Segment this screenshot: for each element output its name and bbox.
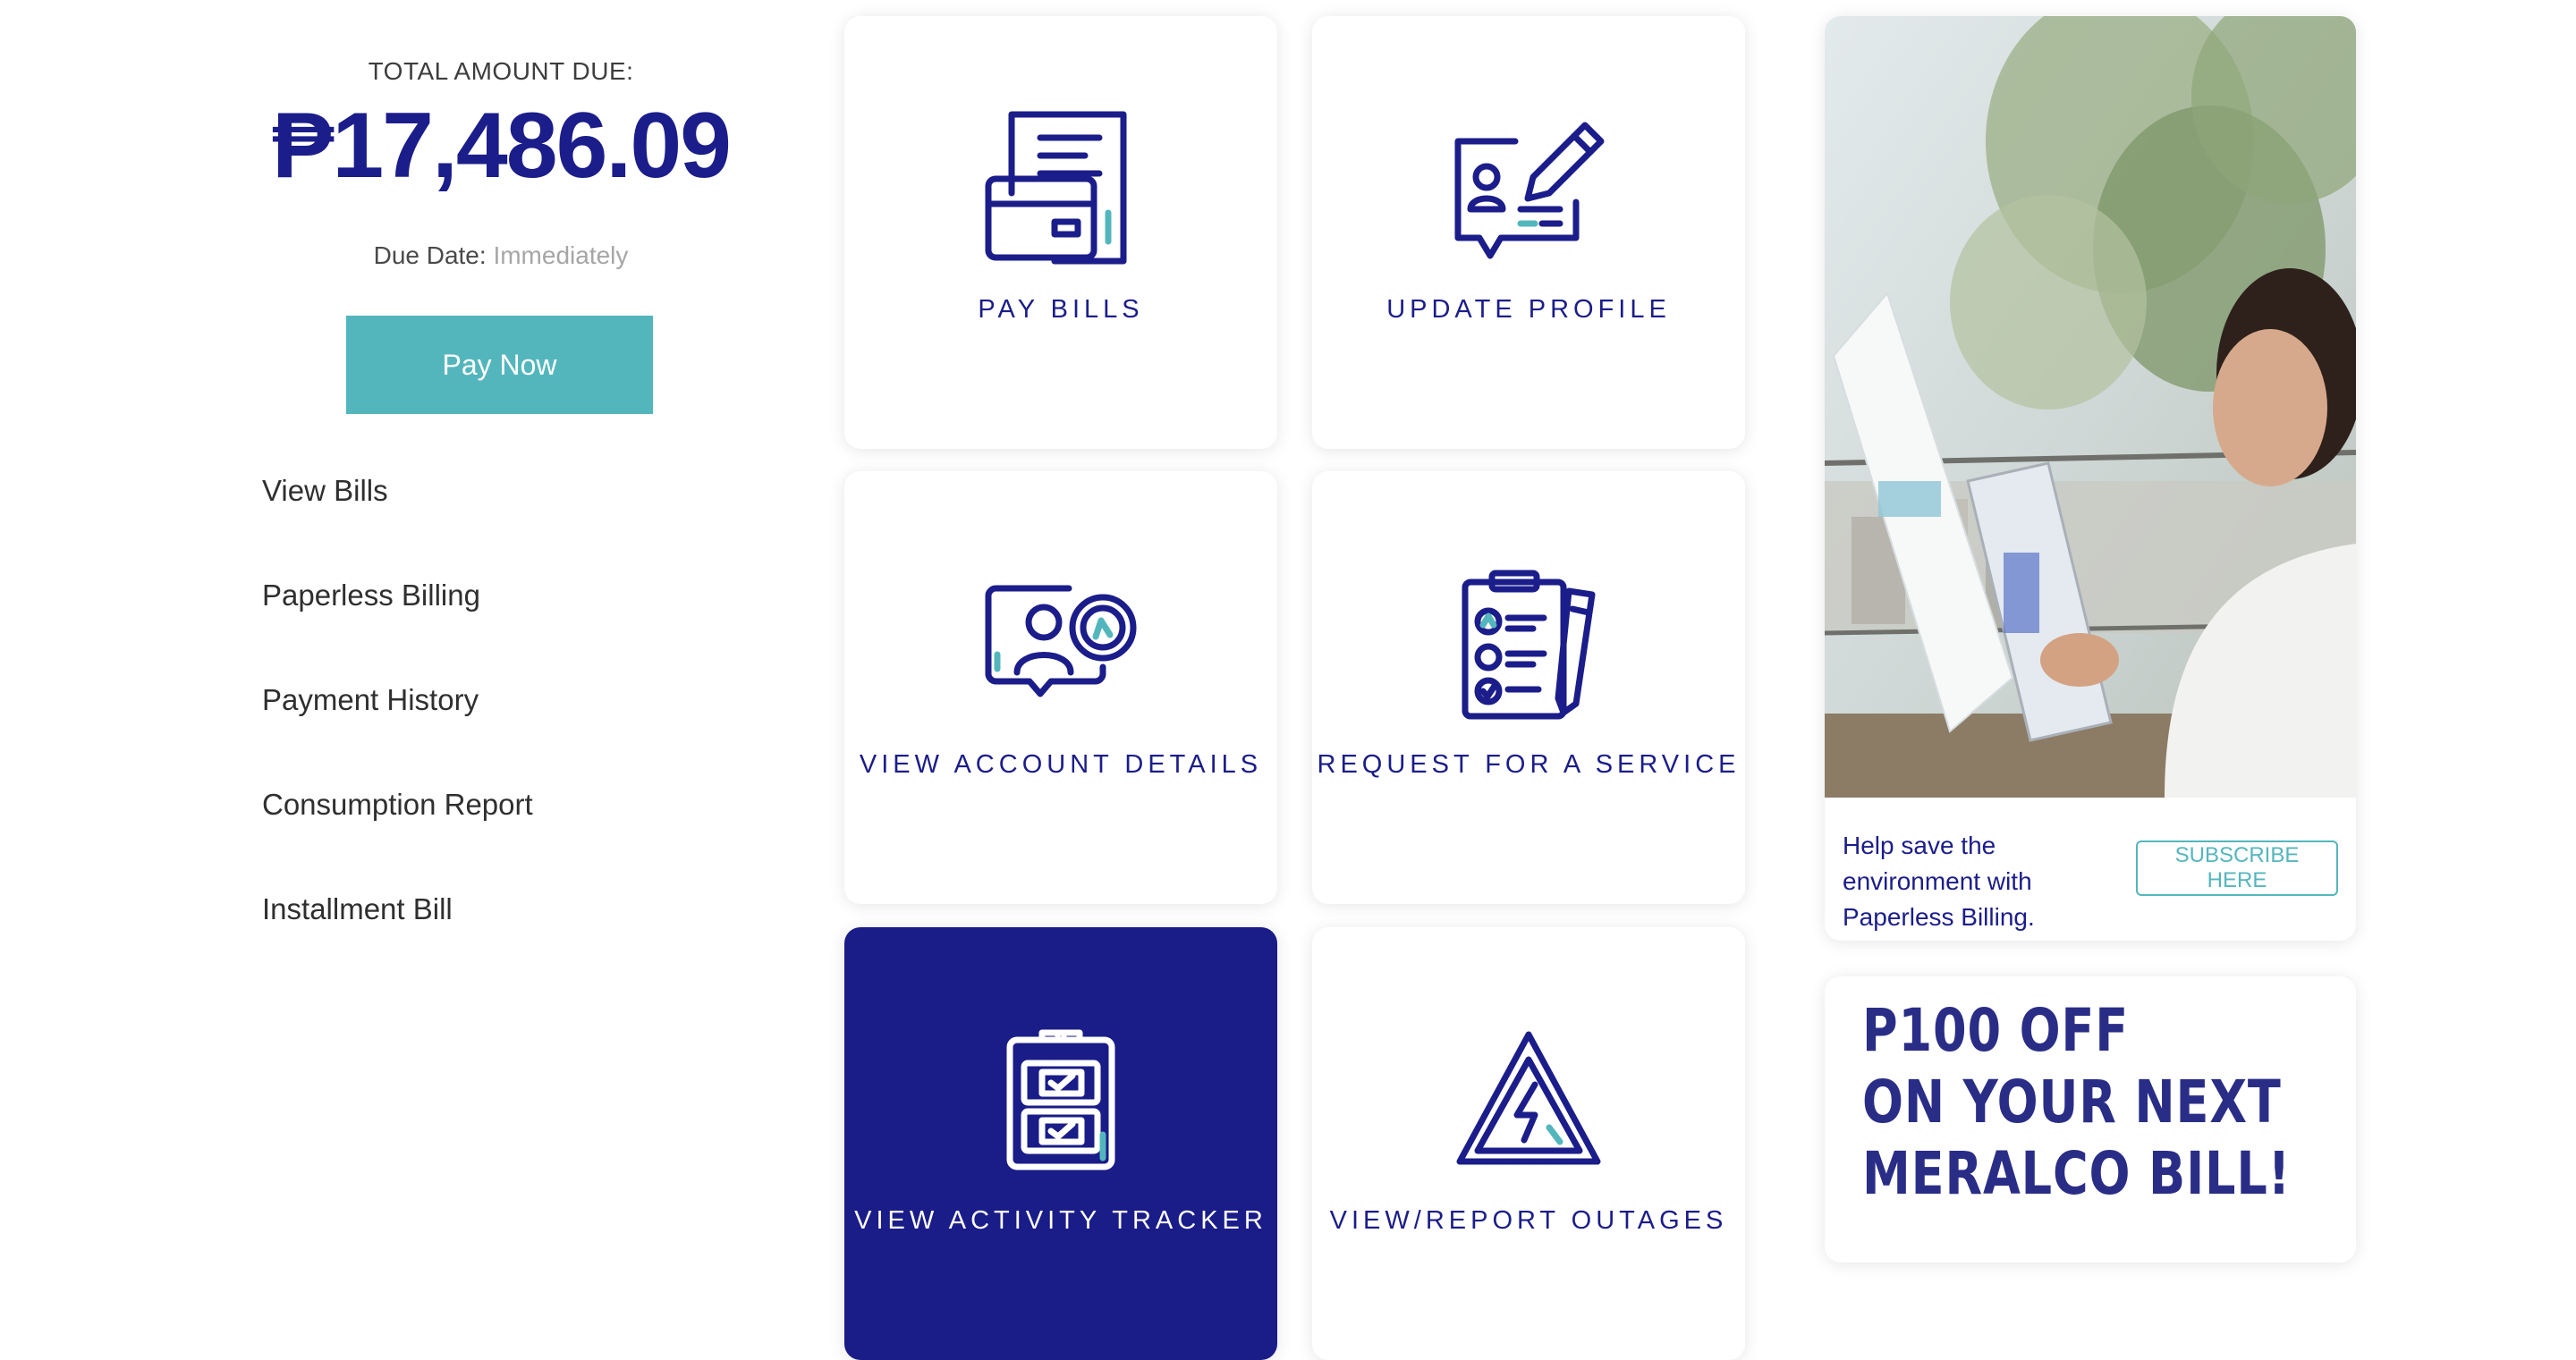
tile-update-profile[interactable]: UPDATE PROFILE [1312,16,1745,449]
tile-view-account-details-label: VIEW ACCOUNT DETAILS [859,750,1263,779]
menu-item-payment-history[interactable]: Payment History [262,683,533,788]
due-date: Due Date: Immediately [250,241,751,270]
menu-item-consumption-report[interactable]: Consumption Report [262,788,533,892]
tile-view-report-outages-label: VIEW/REPORT OUTAGES [1329,1206,1728,1235]
tile-request-service[interactable]: REQUEST FOR A SERVICE [1312,471,1745,904]
outage-warning-icon [1312,1027,1745,1170]
tile-view-report-outages[interactable]: VIEW/REPORT OUTAGES [1312,927,1745,1360]
tile-pay-bills-label: PAY BILLS [978,295,1144,324]
profile-edit-icon [1312,114,1745,266]
pay-now-button[interactable]: Pay Now [346,316,653,414]
clipboard-checklist-icon [1312,570,1745,722]
subscribe-button[interactable]: SUBSCRIBE HERE [2136,840,2338,896]
tile-pay-bills[interactable]: PAY BILLS [844,16,1277,449]
ad-line-2: ON YOUR NEXT [1862,1068,2282,1136]
menu-item-view-bills[interactable]: View Bills [262,474,533,579]
account-card-icon [844,583,1277,699]
ad-line-1: P100 OFF [1862,996,2129,1065]
total-amount-label: TOTAL AMOUNT DUE: [368,57,634,85]
due-date-label: Due Date: [373,241,487,269]
tile-update-profile-label: UPDATE PROFILE [1386,295,1671,324]
due-date-value: Immediately [493,241,629,269]
promo-text: Help save the environment with Paperless… [1843,832,2035,931]
total-amount-value: ₱17,486.09 [271,94,732,198]
clipboard-tracker-icon [844,1027,1277,1170]
menu-item-installment-bill[interactable]: Installment Bill [262,892,533,997]
account-menu: View Bills Paperless Billing Payment His… [262,474,533,997]
paperless-billing-promo: Help save the environment with Paperless… [1825,16,2356,941]
tile-request-service-label: REQUEST FOR A SERVICE [1317,750,1741,779]
tile-view-account-details[interactable]: VIEW ACCOUNT DETAILS [844,471,1277,904]
tile-view-activity-tracker[interactable]: VIEW ACTIVITY TRACKER [844,927,1277,1360]
tile-view-activity-tracker-label: VIEW ACTIVITY TRACKER [854,1206,1267,1235]
discount-ad[interactable]: P100 OFF ON YOUR NEXT MERALCO BILL! [1825,976,2356,1263]
menu-item-paperless-billing[interactable]: Paperless Billing [262,579,533,683]
ad-line-3: MERALCO BILL! [1862,1139,2292,1208]
bill-card-icon [844,107,1277,268]
promo-photo [1825,16,2356,798]
